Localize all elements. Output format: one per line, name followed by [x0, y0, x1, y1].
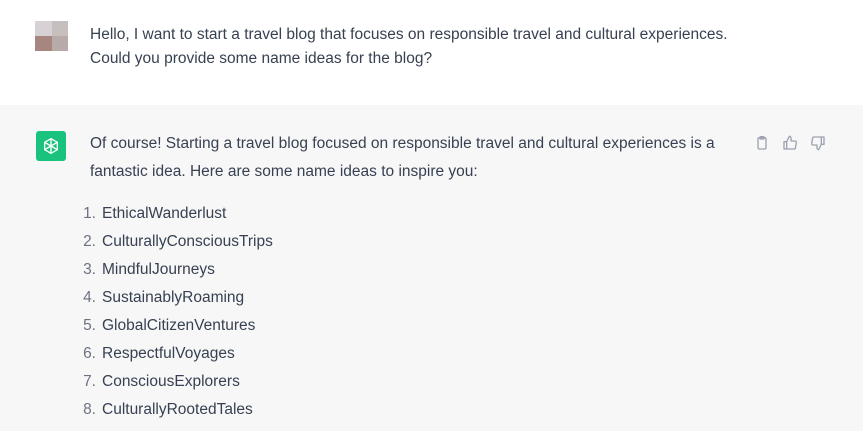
list-item-number: 7.: [83, 373, 96, 390]
user-avatar: [35, 21, 68, 51]
clipboard-icon[interactable]: [753, 134, 771, 152]
list-item-number: 1.: [83, 205, 96, 222]
user-message-line: Could you provide some name ideas for th…: [90, 50, 433, 67]
list-item: 4. SustainablyRoaming: [83, 284, 740, 312]
thumbs-down-icon[interactable]: [809, 134, 827, 152]
list-item-number: 2.: [83, 233, 96, 250]
assistant-intro-line: fantastic idea. Here are some name ideas…: [90, 163, 478, 180]
assistant-message-text: Of course! Starting a travel blog focuse…: [83, 130, 740, 424]
user-message-line: Hello, I want to start a travel blog tha…: [90, 26, 728, 43]
list-item-text: CulturallyRootedTales: [102, 401, 253, 418]
list-item-text: SustainablyRoaming: [102, 289, 245, 306]
list-item: 5. GlobalCitizenVentures: [83, 312, 740, 340]
user-message-text: Hello, I want to start a travel blog tha…: [90, 23, 770, 71]
list-item-number: 4.: [83, 289, 96, 306]
list-item-text: EthicalWanderlust: [102, 205, 227, 222]
thumbs-up-icon[interactable]: [781, 134, 799, 152]
user-message-row: Hello, I want to start a travel blog tha…: [0, 0, 863, 106]
list-item: 1. EthicalWanderlust: [83, 200, 740, 228]
list-item: 6. RespectfulVoyages: [83, 340, 740, 368]
list-item-text: GlobalCitizenVentures: [102, 317, 256, 334]
list-item-text: MindfulJourneys: [102, 261, 215, 278]
assistant-intro: Of course! Starting a travel blog focuse…: [90, 130, 740, 186]
list-item-number: 5.: [83, 317, 96, 334]
message-actions: [753, 134, 827, 152]
assistant-intro-line: Of course! Starting a travel blog focuse…: [90, 135, 715, 152]
list-item-number: 6.: [83, 345, 96, 362]
list-item-text: CulturallyConsciousTrips: [102, 233, 273, 250]
openai-logo-icon: [36, 131, 66, 161]
list-item-number: 8.: [83, 401, 96, 418]
list-item: 7. ConsciousExplorers: [83, 368, 740, 396]
list-item-text: ConsciousExplorers: [102, 373, 240, 390]
list-item-text: RespectfulVoyages: [102, 345, 235, 362]
list-item: 3. MindfulJourneys: [83, 256, 740, 284]
list-item: 8. CulturallyRootedTales: [83, 396, 740, 424]
name-ideas-list: 1. EthicalWanderlust 2. CulturallyConscious…: [83, 200, 740, 424]
list-item-number: 3.: [83, 261, 96, 278]
list-item: 2. CulturallyConsciousTrips: [83, 228, 740, 256]
